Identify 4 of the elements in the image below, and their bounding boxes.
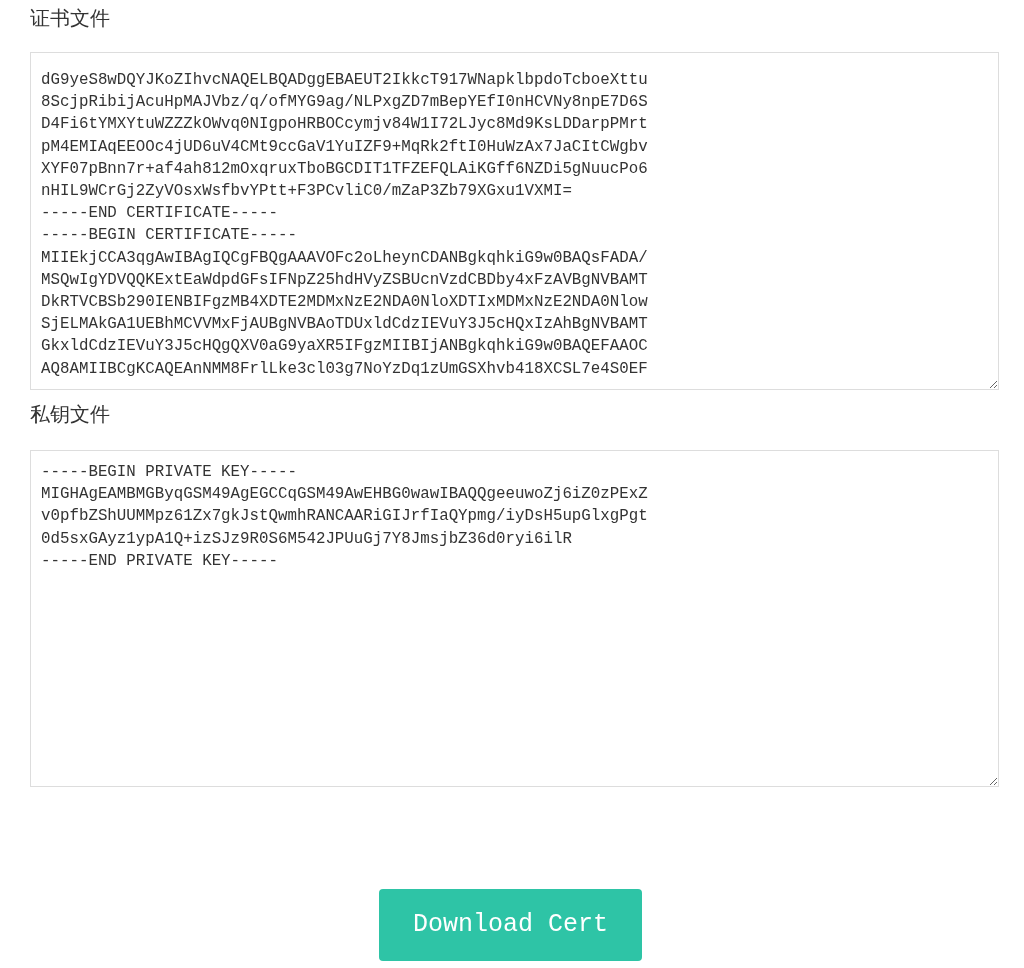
certificate-field[interactable]: dG9yeS8wDQYJKoZIhvcNAQELBQADggEBAEUT2IkkcT917WNapklbpdoTcboeXttu 8ScjpRibijAcuHpMAJVbz/q/ofMYG9ag/NLPxgZD7mBepYEfI0nHCVNy8npE7D6S D4Fi6tYMXYtuWZZZkOWvq0NIgpoHRBOCcymjv84W1I72LJyc8Md9KsLDDarpPMrt pM4EMIAqEEOOc4jUD6uV4CMt9ccGaV1YuIZF9+MqRk2ftI0HuWzAx7JaCItCWgbv XYF07pBnn7r+af4ah812mOxqruxTboBGCDIT1TFZEFQLAiKGff6NZDi5gNuucPo6 nHIL9WCrGj2ZyVOsxWsfbvYPtt+F3PCvliC0/mZaP3Zb79XGxu1VXMI= -----END CERTIFICATE----- -----BEGIN CERTIFICATE----- MIIEkjCCA3qgAwIBAgIQCgFBQgAAAVOFc2oLheynCDANBgkqhkiG9w0BAQsFADA/ MSQwIgYDVQQKExtEaWdpdGFsIFNpZ25hdHVyZSBUcnVzdCBDby4xFzAVBgNVBAMT DkRTVCBSb290IENBIFgzMB4XDTE2MDMxNzE2NDA0NloXDTIxMDMxNzE2NDA0Nlow SjELMAkGA1UEBhMCVVMxFjAUBgNVBAoTDUxldCdzIEVuY3J5cHQxIzAhBgNVBAMT GkxldCdzIEVuY3J5cHQgQXV0aG9yaXR5IFgzMIIBIjANBgkqhkiG9w0BAQEFAAOC AQ8AMIIBCgKCAQEAnNMM8FrlLke3cl03g7NoYzDq1zUmGSXhvb418XCSL7e4S0EF [30,52,999,390]
field-label: 私钥文件 [30,402,111,426]
private-key-field[interactable]: -----BEGIN PRIVATE KEY----- MIGHAgEAMBMGByqGSM49AgEGCCqGSM49AwEHBG0wawIBAQQgeeuwoZj6iZ0zPExZ v0pfbZShUUMMpz61Zx7gkJstQwmhRANCAARiGIJrfIaQYpmg/iyDsH5upGlxgPgt 0d5sxGAyz1ypA1Q+izSJz9R0S6M542JPUuGj7Y8JmsjbZ36d0ryi6ilR -----END PRIVATE KEY----- [30,450,999,787]
field-label: 证书文件 [30,6,111,30]
